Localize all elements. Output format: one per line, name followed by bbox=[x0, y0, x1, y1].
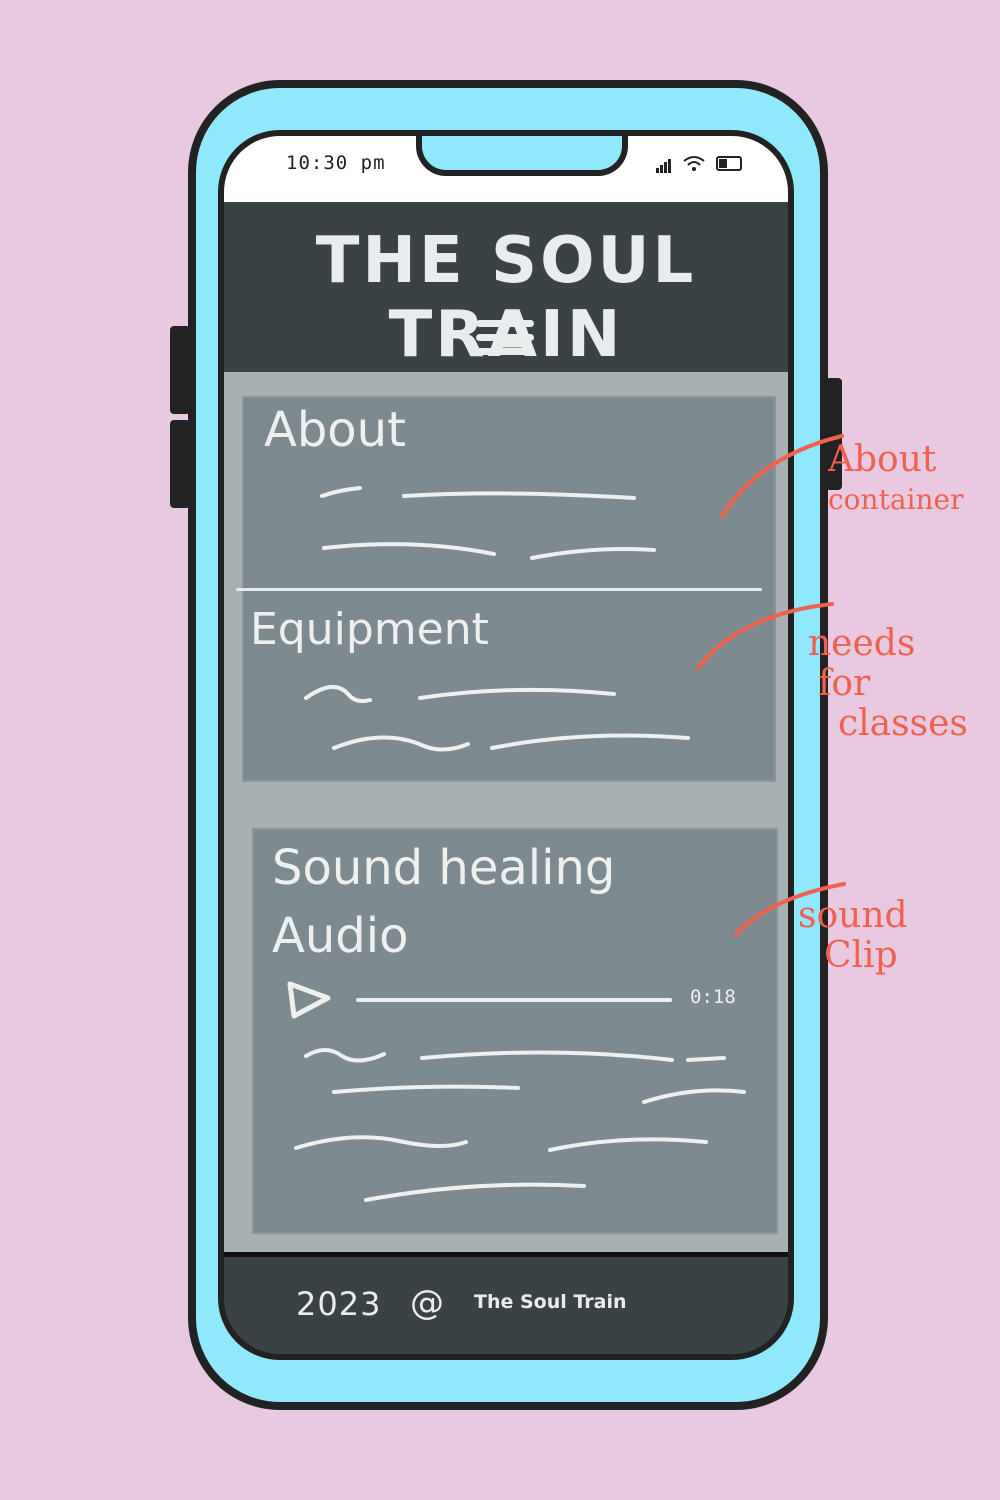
audio-annotation: sound Clip bbox=[798, 896, 908, 976]
about-annotation-line2: container bbox=[828, 483, 964, 516]
annotation-lines bbox=[696, 434, 846, 936]
equipment-annotation-line1: needs bbox=[808, 623, 916, 664]
audio-annotation-line1: sound bbox=[798, 895, 908, 936]
about-annotation: About container bbox=[828, 440, 963, 520]
audio-annotation-line2: Clip bbox=[824, 935, 898, 976]
about-annotation-line1: About bbox=[828, 439, 937, 480]
equipment-annotation-line2: for bbox=[818, 663, 871, 704]
equipment-annotation-line3: classes bbox=[838, 703, 968, 744]
equipment-annotation: needs for classes bbox=[808, 624, 968, 744]
